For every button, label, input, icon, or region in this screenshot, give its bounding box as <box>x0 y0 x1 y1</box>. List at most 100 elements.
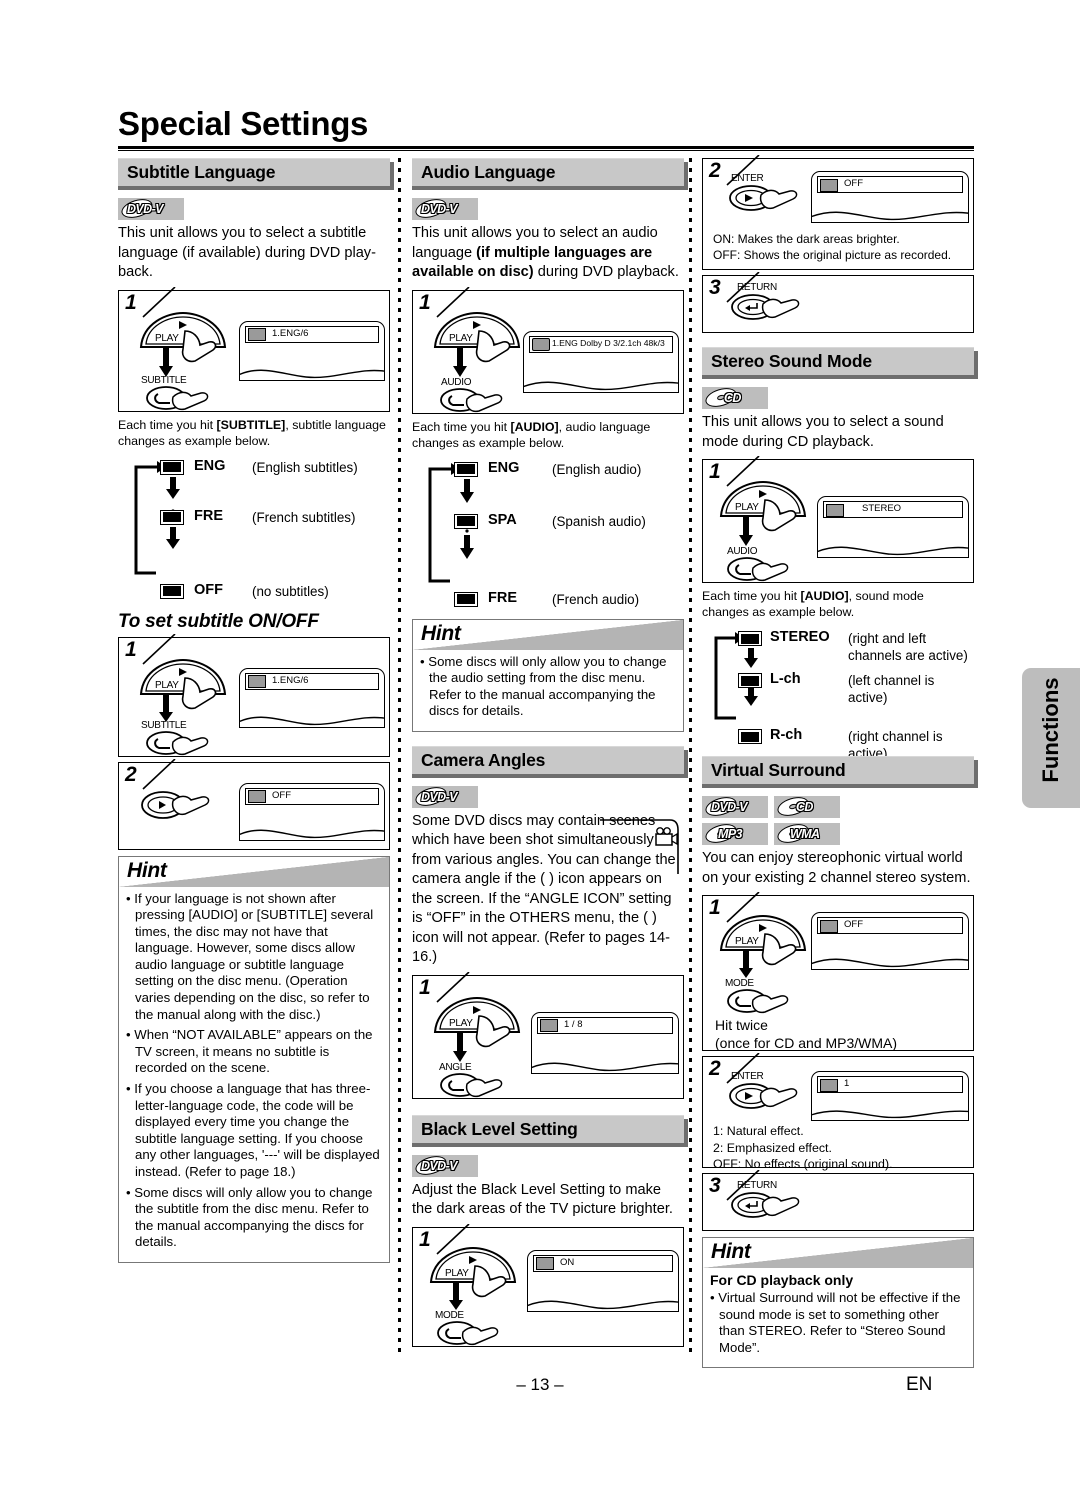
section-heading: Virtual Surround <box>711 760 846 780</box>
flow-item: STEREO (right and left channels are acti… <box>702 626 974 663</box>
osd-text: 1 / 8 <box>564 1018 583 1030</box>
stereo-intro-text: This unit allows you to select a sound m… <box>702 414 944 450</box>
caption-key: [SUBTITLE] <box>216 417 286 432</box>
osd-display-virtual-off: OFF <box>811 912 969 970</box>
step-box-onoff-1: 1 PLAY SUBTITLE 1.ENG/6 <box>118 633 390 757</box>
down-arrow-icon <box>449 1281 463 1310</box>
hand-pointer-icon <box>181 676 217 709</box>
disc-badge-label: DVD-V <box>421 1158 458 1173</box>
subtitle-flow-caption: Each time you hit [SUBTITLE], subtitle l… <box>118 417 390 449</box>
hint-item: If you choose a language that has three-… <box>126 1081 382 1181</box>
hint-item: If your language is not shown after pres… <box>126 891 382 1024</box>
flow-item-name: ENG <box>194 457 226 474</box>
hand-pointer-icon <box>475 329 511 362</box>
section-subtitle-language: Subtitle Language <box>118 158 390 190</box>
subtitle-osd-icon <box>248 790 266 803</box>
caption-key: [AUDIO] <box>800 589 849 603</box>
torn-edge <box>812 211 968 221</box>
osd-text: 1.ENG/6 <box>272 327 309 339</box>
hand-pointer-icon <box>181 329 217 362</box>
hint-box-audio: Hint Some discs will only allow you to c… <box>412 618 684 732</box>
hand-pointer-icon-2 <box>461 1326 499 1346</box>
column-divider-1 <box>398 158 401 1354</box>
hand-pointer-icon <box>761 933 797 966</box>
language-mark: EN <box>906 1374 933 1395</box>
disc-badges-subtitle: DVD-V <box>118 198 390 220</box>
note-natural: 1: Natural effect. <box>713 1124 804 1138</box>
hand-pointer-icon-2 <box>171 391 209 410</box>
virtual-surround-osd-icon <box>820 1078 838 1092</box>
side-tab-functions: Functions <box>1022 668 1080 808</box>
disc-badge-label: CD <box>796 800 813 814</box>
flow-item-desc: (English subtitles) <box>252 459 358 475</box>
side-tab-label: Functions <box>1038 677 1063 783</box>
disc-badge-cd: CD <box>702 387 768 409</box>
hand-pointer-icon <box>759 189 798 210</box>
caption-part-a: Each time you hit <box>412 419 511 434</box>
black-level-notes: ON: Makes the dark areas brighter. OFF: … <box>713 231 951 263</box>
down-arrow-icon <box>159 693 173 722</box>
step-number: 3 <box>709 1174 721 1197</box>
subtitle-osd-icon <box>248 328 266 341</box>
audio-flow-list: ENG (English audio) SPA (Spanish audio) … <box>412 457 684 609</box>
disc-badge-label: MP3 <box>718 827 743 841</box>
disc-badge-label: DVD-V <box>421 789 458 804</box>
hand-pointer-icon <box>475 1015 511 1048</box>
step-number: 2 <box>709 159 721 182</box>
play-label: PLAY <box>155 332 179 344</box>
down-arrow-icon <box>453 346 467 377</box>
flow-item: SPA (Spanish audio) <box>412 509 684 531</box>
angle-icon-callout <box>600 819 679 874</box>
hint-item: When “NOT AVAILABLE” appears on the TV s… <box>126 1027 382 1077</box>
hint-item: Virtual Surround will not be effective i… <box>710 1290 966 1356</box>
stereo-flow-list: STEREO (right and left channels are acti… <box>702 626 974 761</box>
flow-item: OFF (no subtitles) <box>118 579 390 601</box>
step-number: 3 <box>709 276 721 299</box>
osd-display-blacklevel-off: OFF <box>811 171 969 223</box>
caption-part-a: Each time you hit <box>118 417 217 432</box>
hand-pointer-icon-2 <box>751 994 789 1014</box>
play-label: PLAY <box>735 936 759 947</box>
column-left: Subtitle Language DVD-V This unit allows… <box>118 158 390 1271</box>
osd-text: STEREO <box>862 503 902 514</box>
flow-item: FRE (French audio) <box>412 587 684 609</box>
blacklevel-osd-icon <box>820 178 838 192</box>
step-number: 2 <box>125 762 137 786</box>
audio-flow-caption: Each time you hit [AUDIO], audio languag… <box>412 419 684 451</box>
osd-display-off: OFF <box>239 782 385 841</box>
note-hit-twice: Hit twice <box>715 1017 768 1033</box>
osd-display-stereo: STEREO <box>817 496 969 558</box>
play-label: PLAY <box>445 1267 469 1279</box>
audio-icon <box>454 461 478 477</box>
manual-page: Special Settings Subtitle Language DVD-V… <box>0 0 1080 1486</box>
flow-item-desc: (no subtitles) <box>252 583 329 599</box>
title-divider <box>118 146 974 151</box>
step-number: 1 <box>125 637 137 661</box>
hand-pointer-icon <box>761 499 797 532</box>
flow-item-desc: (French subtitles) <box>252 509 356 525</box>
flow-arrow-2 <box>460 534 474 559</box>
section-heading: Stereo Sound Mode <box>711 351 872 371</box>
flow-item-name: FRE <box>194 507 223 524</box>
column-middle: Audio Language DVD-V This unit allows yo… <box>412 158 684 1352</box>
disc-badge-cd: CD <box>774 796 840 818</box>
hand-pointer-icon-2 <box>171 736 209 755</box>
torn-edge <box>240 369 384 378</box>
intro-part-c: during DVD playback. <box>533 264 679 280</box>
down-arrow-icon <box>739 516 753 546</box>
osd-text: 1 <box>844 1078 850 1089</box>
disc-badges-stereo: CD <box>702 387 974 409</box>
blacklevel-osd-icon <box>536 1257 554 1271</box>
torn-edge <box>812 1110 968 1119</box>
flow-item-name: OFF <box>194 581 223 598</box>
play-label: PLAY <box>449 332 473 344</box>
virtual-surround-osd-icon <box>820 919 838 933</box>
step-box-virtual-3: 3 RETURN <box>702 1170 974 1231</box>
audio-intro-text: This unit allows you to select an audio … <box>412 224 684 283</box>
column-divider-2 <box>689 158 692 1354</box>
disc-badge-wma: WMA <box>774 823 840 845</box>
flow-item-desc: (left channel is active) <box>848 673 935 705</box>
step-number: 1 <box>419 290 431 314</box>
down-arrow-icon <box>739 950 753 978</box>
virtual-step1-notes: Hit twice (once for CD and MP3/WMA) <box>715 1016 897 1052</box>
